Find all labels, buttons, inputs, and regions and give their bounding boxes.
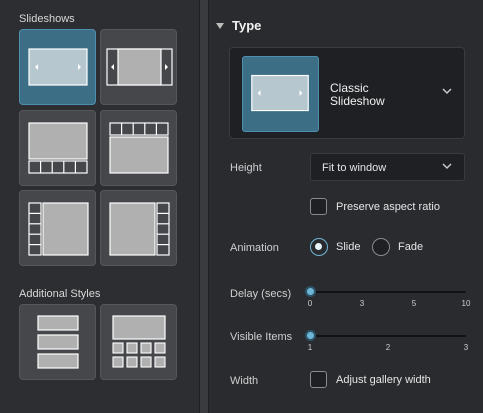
preserve-aspect-checkbox[interactable]	[310, 198, 327, 215]
style-tile-bottom-thumbnails[interactable]	[19, 110, 96, 186]
height-value: Fit to window	[322, 162, 387, 174]
animation-slide-radio[interactable]	[310, 238, 328, 256]
collapse-triangle-icon	[216, 22, 224, 29]
delay-tick: 3	[359, 299, 365, 308]
type-heading: Type	[232, 18, 262, 33]
styles-panel: Slideshows Additional Styles	[0, 0, 199, 413]
settings-panel: Type Classic Slideshow Height Fit to win…	[209, 0, 483, 413]
bottom-thumbnails-icon	[28, 122, 88, 174]
left-thumbnails-icon	[28, 202, 89, 256]
height-select[interactable]: Fit to window	[310, 153, 465, 181]
visible-items-slider-track[interactable]	[310, 335, 466, 337]
animation-fade-radio[interactable]	[372, 238, 390, 256]
style-tile-grid[interactable]	[100, 304, 177, 380]
style-tile-right-thumbnails[interactable]	[100, 190, 177, 266]
adjust-width-label: Adjust gallery width	[336, 374, 431, 386]
classic-slideshow-icon	[251, 74, 309, 112]
classic-slideshow-icon	[28, 48, 88, 86]
slideshows-heading: Slideshows	[19, 13, 75, 25]
animation-slide-label: Slide	[336, 241, 361, 253]
visible-items-tick: 3	[463, 343, 469, 352]
delay-tick: 0	[307, 299, 313, 308]
right-thumbnails-icon	[109, 202, 170, 256]
classic-slideshow-thumbnail	[242, 56, 319, 132]
top-thumbnails-icon	[109, 122, 169, 174]
animation-label: Animation	[230, 242, 279, 254]
height-label: Height	[230, 162, 262, 174]
delay-slider-handle[interactable]	[305, 286, 316, 297]
visible-items-tick: 2	[385, 343, 391, 352]
delay-label: Delay (secs)	[230, 288, 292, 300]
visible-items-label: Visible Items	[230, 331, 293, 343]
delay-tick: 5	[411, 299, 417, 308]
preserve-aspect-label: Preserve aspect ratio	[336, 201, 440, 213]
adjust-width-checkbox[interactable]	[310, 371, 327, 388]
chevron-down-icon	[442, 88, 452, 95]
chevron-down-icon	[442, 163, 452, 170]
delay-slider-track[interactable]	[310, 291, 466, 293]
delay-tick: 10	[461, 299, 471, 308]
grid-icon	[112, 315, 166, 368]
style-tile-stacked-list[interactable]	[19, 304, 96, 380]
type-name: Classic Slideshow	[330, 81, 385, 108]
additional-styles-heading: Additional Styles	[19, 288, 101, 300]
stacked-list-icon	[37, 315, 79, 369]
width-label: Width	[230, 375, 259, 387]
type-selector[interactable]: Classic Slideshow	[229, 47, 465, 139]
style-tile-filmstrip[interactable]	[100, 29, 177, 105]
visible-items-slider-handle[interactable]	[305, 330, 316, 341]
style-tile-top-thumbnails[interactable]	[100, 110, 177, 186]
panel-splitter[interactable]	[199, 0, 209, 413]
type-section-toggle[interactable]: Type	[216, 18, 261, 33]
visible-items-tick: 1	[307, 343, 313, 352]
filmstrip-icon	[106, 48, 173, 86]
style-tile-classic-slideshow[interactable]	[19, 29, 96, 105]
animation-fade-label: Fade	[398, 241, 424, 253]
style-tile-left-thumbnails[interactable]	[19, 190, 96, 266]
